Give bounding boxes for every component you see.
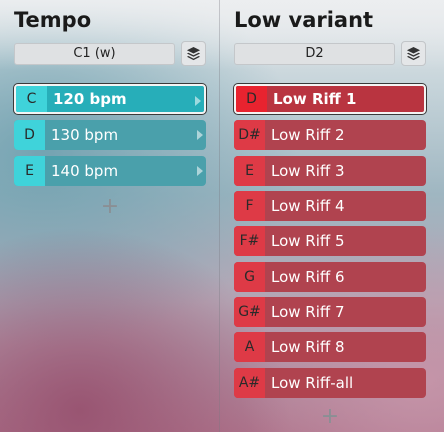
tempo-item-label: 140 bpm	[51, 162, 119, 180]
tempo-item-c[interactable]: C 120 bpm	[14, 84, 206, 114]
tempo-layers-button[interactable]	[181, 41, 206, 66]
low-variant-item-label: Low Riff-all	[271, 374, 354, 392]
low-variant-item-note: F#	[234, 226, 265, 256]
tempo-add-button[interactable]: +	[101, 196, 119, 218]
low-variant-item-a-sharp[interactable]: A# Low Riff-all	[234, 368, 426, 398]
low-variant-item-note: G	[234, 262, 265, 292]
low-variant-title: Low variant	[234, 8, 374, 32]
low-variant-item-note: A#	[234, 368, 265, 398]
low-variant-column: Low variant D2 D Low Riff 1 D# Low Riff …	[234, 0, 426, 432]
low-variant-item-note: E	[234, 156, 265, 186]
tempo-column: Tempo C1 (w) C 120 bpm D 130 bpm E 140 b…	[14, 0, 206, 432]
tempo-title: Tempo	[14, 8, 92, 32]
low-variant-item-note: A	[234, 332, 265, 362]
column-divider	[219, 0, 220, 432]
tempo-item-note: E	[14, 156, 45, 186]
tempo-item-note: C	[16, 86, 47, 112]
low-variant-item-label: Low Riff 7	[271, 303, 345, 321]
play-arrow-icon	[197, 166, 203, 176]
layers-icon	[186, 46, 201, 61]
low-variant-item-label: Low Riff 5	[271, 232, 345, 250]
tempo-item-d[interactable]: D 130 bpm	[14, 120, 206, 150]
low-variant-item-label: Low Riff 2	[271, 126, 345, 144]
low-variant-item-d-sharp[interactable]: D# Low Riff 2	[234, 120, 426, 150]
low-variant-item-a[interactable]: A Low Riff 8	[234, 332, 426, 362]
tempo-item-note: D	[14, 120, 45, 150]
tempo-item-e[interactable]: E 140 bpm	[14, 156, 206, 186]
low-variant-item-note: D#	[234, 120, 265, 150]
low-variant-layers-button[interactable]	[401, 41, 426, 66]
low-variant-item-f[interactable]: F Low Riff 4	[234, 191, 426, 221]
layers-icon	[406, 46, 421, 61]
play-arrow-icon	[197, 130, 203, 140]
low-variant-item-g-sharp[interactable]: G# Low Riff 7	[234, 297, 426, 327]
low-variant-item-note: G#	[234, 297, 265, 327]
low-variant-item-label: Low Riff 4	[271, 197, 345, 215]
low-variant-item-label: Low Riff 3	[271, 162, 345, 180]
play-arrow-icon	[195, 96, 201, 106]
low-variant-item-label: Low Riff 1	[273, 90, 357, 108]
low-variant-dropdown[interactable]: D2	[234, 43, 395, 65]
low-variant-item-e[interactable]: E Low Riff 3	[234, 156, 426, 186]
low-variant-item-g[interactable]: G Low Riff 6	[234, 262, 426, 292]
low-variant-item-label: Low Riff 6	[271, 268, 345, 286]
low-variant-item-label: Low Riff 8	[271, 338, 345, 356]
low-variant-add-button[interactable]: +	[321, 406, 339, 428]
tempo-item-label: 130 bpm	[51, 126, 119, 144]
low-variant-item-note: F	[234, 191, 265, 221]
tempo-dropdown[interactable]: C1 (w)	[14, 43, 175, 65]
low-variant-item-f-sharp[interactable]: F# Low Riff 5	[234, 226, 426, 256]
low-variant-item-d[interactable]: D Low Riff 1	[234, 84, 426, 114]
low-variant-item-note: D	[236, 86, 267, 112]
tempo-item-label: 120 bpm	[53, 90, 127, 108]
